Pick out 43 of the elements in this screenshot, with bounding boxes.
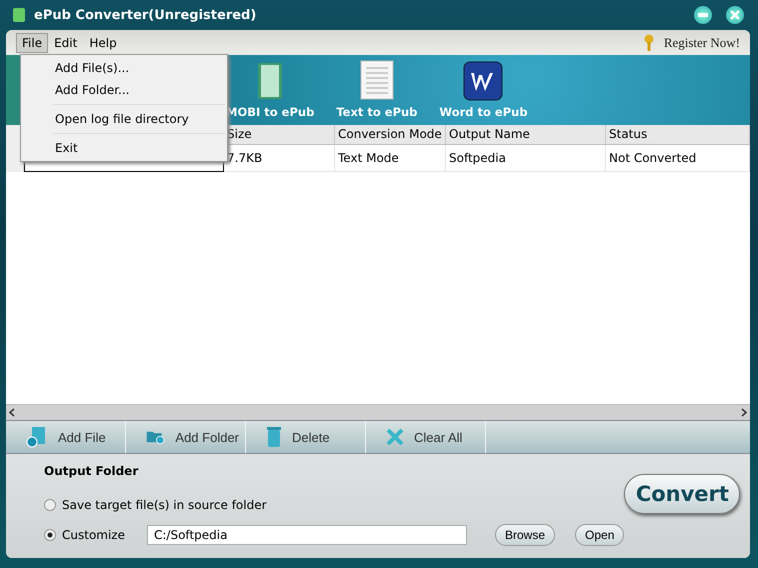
action-button[interactable]: Add File	[6, 421, 126, 453]
action-button[interactable]: Delete	[246, 421, 366, 453]
action-button[interactable]: Add Folder	[126, 421, 246, 453]
path-field[interactable]: C:/Softpedia	[147, 525, 467, 545]
window-title: ePub Converter(Unregistered)	[34, 8, 258, 22]
document-icon	[358, 59, 395, 101]
menu-item[interactable]: Edit	[48, 32, 84, 52]
table-cell: Text Mode	[335, 145, 446, 172]
radio-button[interactable]	[44, 499, 56, 511]
action-button[interactable]: Clear All	[366, 421, 486, 453]
radio-label: Customize	[62, 528, 125, 542]
scroll-right-icon[interactable]	[741, 408, 747, 417]
close-button[interactable]	[726, 6, 744, 24]
menu-entry[interactable]: Add Folder...	[23, 79, 225, 101]
scroll-left-icon[interactable]	[9, 408, 15, 417]
browse-button[interactable]: Browse	[495, 524, 556, 546]
register-link[interactable]: Register Now!	[664, 34, 740, 50]
horizontal-scrollbar[interactable]	[6, 404, 750, 420]
toolbar-button[interactable]: Text to ePub	[336, 59, 418, 119]
x-icon	[386, 428, 404, 446]
word-document-icon	[463, 61, 504, 101]
add-file-icon	[26, 426, 48, 448]
menu-item[interactable]: File	[16, 32, 48, 52]
section-title: Output Folder	[44, 464, 140, 478]
menu-item[interactable]: Help	[83, 32, 123, 52]
trash-icon	[266, 426, 282, 448]
minimize-button[interactable]	[694, 6, 712, 24]
menu-entry[interactable]: Exit	[23, 137, 225, 159]
close-icon	[730, 10, 740, 20]
table-cell: Not Converted	[606, 145, 750, 172]
column-header[interactable]: Status	[606, 125, 750, 145]
app-icon	[12, 7, 26, 23]
radio-label: Save target file(s) in source folder	[62, 498, 267, 512]
table-cell: Softpedia	[446, 145, 606, 172]
menu-entry[interactable]: Open log file directory	[23, 108, 225, 130]
key-icon	[642, 34, 656, 52]
radio-button[interactable]	[44, 529, 56, 541]
minimize-icon	[698, 13, 708, 17]
column-header[interactable]: Conversion Mode	[335, 125, 446, 145]
open-button[interactable]: Open	[575, 524, 624, 546]
column-header[interactable]: Output Name	[446, 125, 606, 145]
menu-entry[interactable]: Add File(s)...	[23, 57, 225, 79]
convert-button[interactable]: Convert	[624, 474, 740, 514]
